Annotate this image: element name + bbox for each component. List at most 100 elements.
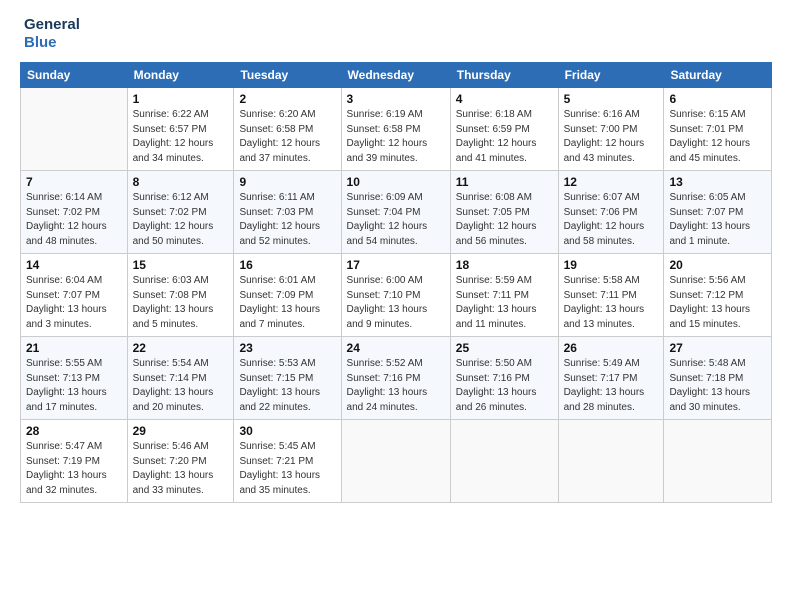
day-number: 12 [564,175,659,189]
day-cell: 21 Sunrise: 5:55 AM Sunset: 7:13 PM Dayli… [21,337,128,420]
day-cell: 24 Sunrise: 5:52 AM Sunset: 7:16 PM Dayli… [341,337,450,420]
day-number: 6 [669,92,766,106]
day-number: 7 [26,175,122,189]
day-cell [558,420,664,503]
day-cell: 30 Sunrise: 5:45 AM Sunset: 7:21 PM Dayli… [234,420,341,503]
day-cell: 2 Sunrise: 6:20 AM Sunset: 6:58 PM Daylig… [234,88,341,171]
day-number: 20 [669,258,766,272]
day-number: 22 [133,341,229,355]
day-info: Sunrise: 6:12 AM Sunset: 7:02 PM Dayligh… [133,191,229,249]
day-number: 25 [456,341,553,355]
day-cell: 27 Sunrise: 5:48 AM Sunset: 7:18 PM Dayli… [664,337,772,420]
day-cell: 7 Sunrise: 6:14 AM Sunset: 7:02 PM Daylig… [21,171,128,254]
day-info: Sunrise: 5:58 AM Sunset: 7:11 PM Dayligh… [564,274,659,332]
day-cell: 1 Sunrise: 6:22 AM Sunset: 6:57 PM Daylig… [127,88,234,171]
day-info: Sunrise: 5:54 AM Sunset: 7:14 PM Dayligh… [133,357,229,415]
day-info: Sunrise: 6:01 AM Sunset: 7:09 PM Dayligh… [239,274,335,332]
day-cell: 26Sunrise: 5:49 AM Sunset: 7:17 PM Dayli… [558,337,664,420]
main-container: General Blue General Blue SundayMondayTu… [0,0,792,513]
day-info: Sunrise: 5:52 AM Sunset: 7:16 PM Dayligh… [347,357,445,415]
day-cell: 13Sunrise: 6:05 AM Sunset: 7:07 PM Dayli… [664,171,772,254]
day-number: 16 [239,258,335,272]
day-cell: 10 Sunrise: 6:09 AM Sunset: 7:04 PM Dayli… [341,171,450,254]
day-info: Sunrise: 5:59 AM Sunset: 7:11 PM Dayligh… [456,274,553,332]
day-number: 13 [669,175,766,189]
logo: General Blue General Blue [20,16,80,52]
day-cell [21,88,128,171]
col-header-monday: Monday [127,63,234,88]
day-info: Sunrise: 6:14 AM Sunset: 7:02 PM Dayligh… [26,191,122,249]
day-cell: 8 Sunrise: 6:12 AM Sunset: 7:02 PM Daylig… [127,171,234,254]
day-number: 11 [456,175,553,189]
week-row-1: 1 Sunrise: 6:22 AM Sunset: 6:57 PM Daylig… [21,88,772,171]
day-cell: 23 Sunrise: 5:53 AM Sunset: 7:15 PM Dayli… [234,337,341,420]
day-cell: 25 Sunrise: 5:50 AM Sunset: 7:16 PM Dayli… [450,337,558,420]
day-number: 5 [564,92,659,106]
day-cell: 4 Sunrise: 6:18 AM Sunset: 6:59 PM Daylig… [450,88,558,171]
day-number: 9 [239,175,335,189]
col-header-wednesday: Wednesday [341,63,450,88]
day-number: 1 [133,92,229,106]
day-cell: 3 Sunrise: 6:19 AM Sunset: 6:58 PM Daylig… [341,88,450,171]
day-info: Sunrise: 5:45 AM Sunset: 7:21 PM Dayligh… [239,440,335,498]
day-cell: 9 Sunrise: 6:11 AM Sunset: 7:03 PM Daylig… [234,171,341,254]
day-number: 30 [239,424,335,438]
day-info: Sunrise: 5:46 AM Sunset: 7:20 PM Dayligh… [133,440,229,498]
day-info: Sunrise: 5:55 AM Sunset: 7:13 PM Dayligh… [26,357,122,415]
day-number: 23 [239,341,335,355]
day-info: Sunrise: 5:49 AM Sunset: 7:17 PM Dayligh… [564,357,659,415]
day-cell: 28Sunrise: 5:47 AM Sunset: 7:19 PM Dayli… [21,420,128,503]
day-cell: 11Sunrise: 6:08 AM Sunset: 7:05 PM Dayli… [450,171,558,254]
day-cell: 12 Sunrise: 6:07 AM Sunset: 7:06 PM Dayli… [558,171,664,254]
day-cell: 15 Sunrise: 6:03 AM Sunset: 7:08 PM Dayli… [127,254,234,337]
day-number: 21 [26,341,122,355]
day-info: Sunrise: 6:22 AM Sunset: 6:57 PM Dayligh… [133,108,229,166]
week-row-4: 21 Sunrise: 5:55 AM Sunset: 7:13 PM Dayli… [21,337,772,420]
day-info: Sunrise: 5:47 AM Sunset: 7:19 PM Dayligh… [26,440,122,498]
day-number: 27 [669,341,766,355]
day-info: Sunrise: 6:03 AM Sunset: 7:08 PM Dayligh… [133,274,229,332]
day-number: 10 [347,175,445,189]
col-header-thursday: Thursday [450,63,558,88]
col-header-sunday: Sunday [21,63,128,88]
col-header-saturday: Saturday [664,63,772,88]
day-cell [341,420,450,503]
day-number: 24 [347,341,445,355]
day-number: 17 [347,258,445,272]
day-number: 29 [133,424,229,438]
header: General Blue General Blue [20,16,772,52]
day-number: 14 [26,258,122,272]
col-header-tuesday: Tuesday [234,63,341,88]
day-cell: 22 Sunrise: 5:54 AM Sunset: 7:14 PM Dayli… [127,337,234,420]
day-info: Sunrise: 6:09 AM Sunset: 7:04 PM Dayligh… [347,191,445,249]
col-header-friday: Friday [558,63,664,88]
day-info: Sunrise: 5:50 AM Sunset: 7:16 PM Dayligh… [456,357,553,415]
logo-line1: General [24,16,80,34]
day-cell: 19 Sunrise: 5:58 AM Sunset: 7:11 PM Dayli… [558,254,664,337]
day-number: 19 [564,258,659,272]
day-number: 8 [133,175,229,189]
day-info: Sunrise: 6:20 AM Sunset: 6:58 PM Dayligh… [239,108,335,166]
week-row-2: 7 Sunrise: 6:14 AM Sunset: 7:02 PM Daylig… [21,171,772,254]
day-info: Sunrise: 6:16 AM Sunset: 7:00 PM Dayligh… [564,108,659,166]
calendar-header-row: SundayMondayTuesdayWednesdayThursdayFrid… [21,63,772,88]
day-number: 15 [133,258,229,272]
day-info: Sunrise: 6:11 AM Sunset: 7:03 PM Dayligh… [239,191,335,249]
day-info: Sunrise: 6:19 AM Sunset: 6:58 PM Dayligh… [347,108,445,166]
day-info: Sunrise: 6:15 AM Sunset: 7:01 PM Dayligh… [669,108,766,166]
day-info: Sunrise: 5:56 AM Sunset: 7:12 PM Dayligh… [669,274,766,332]
day-info: Sunrise: 5:53 AM Sunset: 7:15 PM Dayligh… [239,357,335,415]
day-info: Sunrise: 5:48 AM Sunset: 7:18 PM Dayligh… [669,357,766,415]
day-cell [664,420,772,503]
day-info: Sunrise: 6:18 AM Sunset: 6:59 PM Dayligh… [456,108,553,166]
day-info: Sunrise: 6:00 AM Sunset: 7:10 PM Dayligh… [347,274,445,332]
day-number: 18 [456,258,553,272]
day-number: 3 [347,92,445,106]
day-number: 2 [239,92,335,106]
day-cell: 6 Sunrise: 6:15 AM Sunset: 7:01 PM Daylig… [664,88,772,171]
week-row-3: 14Sunrise: 6:04 AM Sunset: 7:07 PM Dayli… [21,254,772,337]
day-info: Sunrise: 6:07 AM Sunset: 7:06 PM Dayligh… [564,191,659,249]
day-cell: 20 Sunrise: 5:56 AM Sunset: 7:12 PM Dayli… [664,254,772,337]
day-number: 4 [456,92,553,106]
day-cell: 14Sunrise: 6:04 AM Sunset: 7:07 PM Dayli… [21,254,128,337]
